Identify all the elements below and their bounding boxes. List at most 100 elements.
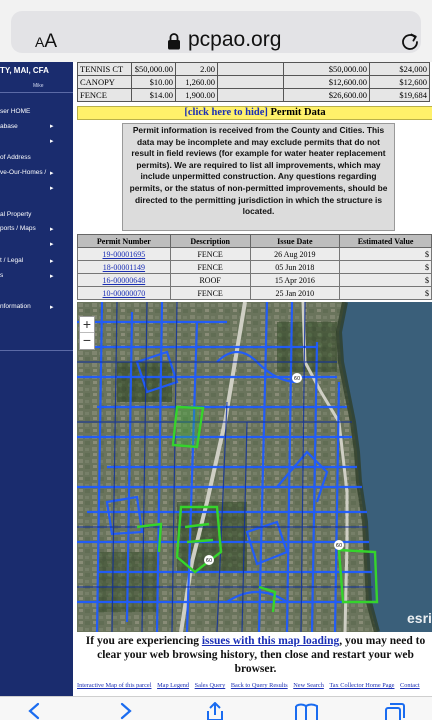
table-row: CANOPY $10.00 1,260.00 $12,600.00 $12,60… [77, 75, 430, 89]
table-cell: 25 Jan 2010 [249, 286, 341, 300]
sidebar-item-save-our-homes[interactable]: ve-Our-Homes / [0, 169, 46, 176]
table-cell: CANOPY [77, 75, 132, 89]
map-zoom-control: + − [79, 316, 95, 350]
sidebar-item-tangible-property[interactable]: al Property [0, 211, 31, 218]
table-cell: TENNIS CT [77, 62, 132, 76]
table-cell: FENCE [169, 286, 251, 300]
text-size-big-label: A [44, 31, 58, 52]
footer-link-sales-query[interactable]: Sales Query [195, 682, 226, 689]
sidebar-arrow-icon: ▸ [50, 226, 54, 233]
footer-link-new-search[interactable]: New Search [293, 682, 324, 689]
zoom-in-button[interactable]: + [80, 317, 94, 333]
text-size-button[interactable]: AA [35, 31, 57, 53]
table-cell: FENCE [77, 88, 132, 102]
table-cell: 10-00000070 [77, 286, 171, 300]
zoom-out-button[interactable]: − [80, 333, 94, 349]
bookmarks-icon[interactable] [294, 702, 320, 720]
table-cell: $24,000 [369, 62, 430, 76]
permit-number-link[interactable]: 16-00000648 [103, 276, 146, 285]
footer-link-map-legend[interactable]: Map Legend [157, 682, 189, 689]
highway-shield-label: 60 [206, 558, 212, 564]
browser-bottom-toolbar [0, 696, 432, 720]
sidebar-arrow-icon[interactable]: ▸ [50, 240, 54, 248]
footer-links: Interactive Map of this parcel Map Legen… [77, 682, 432, 694]
parcel-map[interactable]: 60 60 60 + − esri [77, 302, 432, 632]
forward-icon[interactable] [118, 702, 134, 720]
sidebar-arrow-icon: ▸ [50, 123, 54, 130]
footer-link-back-to-results[interactable]: Back to Query Results [231, 682, 288, 689]
table-cell: $10.00 [131, 75, 176, 89]
highway-shield-label: 60 [294, 376, 300, 382]
sidebar-arrow-icon[interactable]: ▸ [50, 184, 54, 192]
permit-disclaimer: Permit information is received from the … [122, 123, 395, 231]
table-row: FENCE $14.00 1,900.00 $26,600.00 $19,684 [77, 88, 430, 102]
browser-toolbar: AA pcpao.org [0, 0, 432, 62]
table-cell: $ [339, 273, 432, 287]
column-header: Estimated Value [339, 234, 432, 248]
table-cell: 26 Aug 2019 [249, 247, 341, 261]
sidebar-divider [0, 92, 73, 93]
table-cell: $ [339, 247, 432, 261]
address-bar[interactable]: AA pcpao.org [11, 11, 421, 53]
sidebar-item-home[interactable]: ser HOME [0, 108, 30, 115]
text-size-small-label: A [35, 34, 45, 50]
table-row: 18-00001149 FENCE 05 Jun 2018 $ [77, 260, 432, 274]
permits-table: Permit Number Description Issue Date Est… [77, 234, 432, 300]
sidebar-item-change-address[interactable]: of Address [0, 154, 31, 161]
sidebar: TY, MAI, CFA Mike ser HOME abase ▸ ▸ of … [0, 62, 73, 696]
table-row: 10-00000070 FENCE 25 Jan 2010 $ [77, 286, 432, 300]
reload-icon[interactable] [399, 31, 421, 53]
table-cell: 18-00001149 [77, 260, 171, 274]
table-cell: $ [339, 286, 432, 300]
footer-link-interactive-map[interactable]: Interactive Map of this parcel [77, 682, 151, 689]
tabs-icon[interactable] [384, 702, 406, 720]
table-row: 16-00000648 ROOF 15 Apr 2016 $ [77, 273, 432, 287]
table-cell: $12,600.00 [283, 75, 370, 89]
sidebar-item-database[interactable]: abase [0, 123, 18, 130]
permit-data-title: Permit Data [267, 107, 326, 118]
sidebar-divider [0, 350, 73, 351]
table-cell: $26,600.00 [283, 88, 370, 102]
permit-number-link[interactable]: 10-00000070 [103, 289, 146, 298]
hide-permit-data-link[interactable]: [click here to hide] [184, 107, 268, 118]
extra-features-table: TENNIS CT $50,000.00 2.00 $50,000.00 $24… [77, 62, 430, 102]
aerial-map-image: 60 60 60 [77, 302, 432, 632]
sidebar-item-legal[interactable]: t / Legal [0, 257, 23, 264]
sidebar-arrow-icon: ▸ [50, 258, 54, 265]
table-cell: $50,000.00 [131, 62, 176, 76]
sidebar-item-s[interactable]: s [0, 272, 3, 279]
sidebar-item-information[interactable]: nformation [0, 303, 31, 310]
table-cell: 2.00 [175, 62, 218, 76]
sidebar-arrow-icon[interactable]: ▸ [50, 137, 54, 145]
map-issues-link[interactable]: issues with this map loading [202, 635, 339, 647]
footer-link-contact[interactable]: Contact [400, 682, 420, 689]
permit-number-link[interactable]: 19-00001695 [103, 250, 146, 259]
lock-icon [168, 33, 180, 50]
table-cell: 15 Apr 2016 [249, 273, 341, 287]
web-page: TY, MAI, CFA Mike ser HOME abase ▸ ▸ of … [0, 62, 432, 696]
table-cell: ROOF [169, 273, 251, 287]
table-cell [217, 62, 284, 76]
appraiser-first-name: Mike [33, 83, 44, 89]
table-row: 19-00001695 FENCE 26 Aug 2019 $ [77, 247, 432, 261]
sidebar-arrow-icon: ▸ [50, 170, 54, 177]
table-cell: $12,600 [369, 75, 430, 89]
table-cell: 1,900.00 [175, 88, 218, 102]
table-cell: FENCE [169, 247, 251, 261]
table-cell: FENCE [169, 260, 251, 274]
column-header: Description [169, 234, 251, 248]
table-cell: 1,260.00 [175, 75, 218, 89]
url-text: pcpao.org [188, 28, 282, 51]
sidebar-item-reports-maps[interactable]: ports / Maps [0, 225, 36, 232]
footer-link-tax-collector[interactable]: Tax Collector Home Page [329, 682, 394, 689]
table-cell: 05 Jun 2018 [249, 260, 341, 274]
map-note-prefix: If you are experiencing [85, 635, 202, 647]
table-cell: 16-00000648 [77, 273, 171, 287]
table-cell: $ [339, 260, 432, 274]
share-icon[interactable] [204, 702, 226, 720]
table-cell: 19-00001695 [77, 247, 171, 261]
sidebar-arrow-icon: ▸ [50, 304, 54, 311]
permit-number-link[interactable]: 18-00001149 [103, 263, 145, 272]
table-cell [217, 88, 284, 102]
back-icon[interactable] [26, 702, 42, 720]
